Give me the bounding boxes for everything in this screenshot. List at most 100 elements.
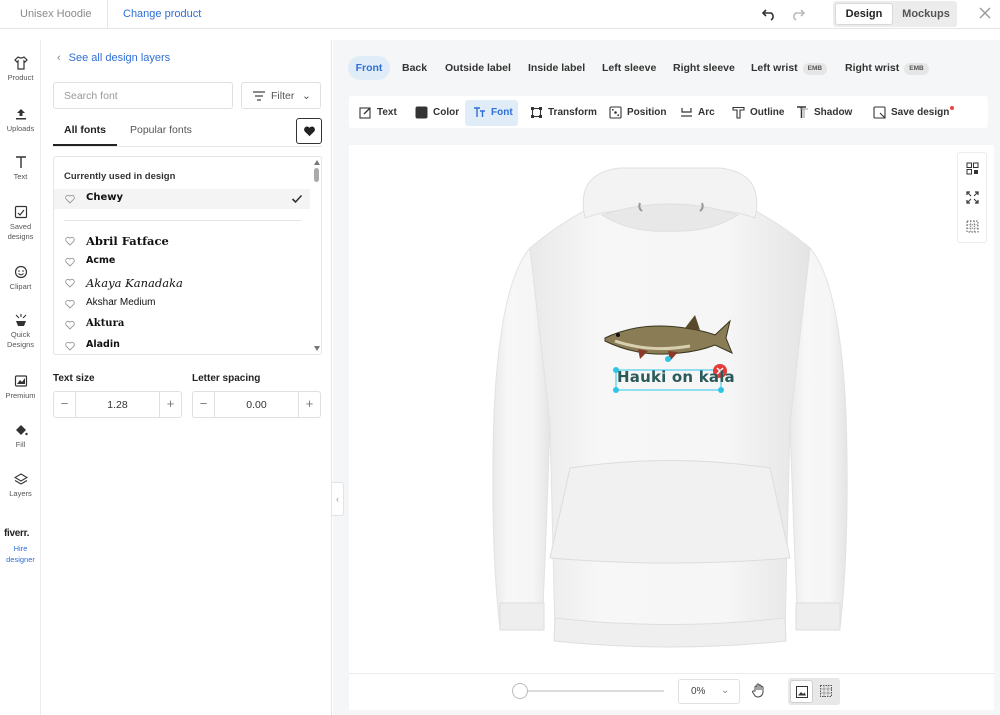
outline-icon	[732, 106, 745, 119]
font-item[interactable]: Aktura	[54, 315, 310, 335]
rail-item-layers[interactable]: Layers	[0, 472, 41, 499]
tab-all-fonts[interactable]: All fonts	[64, 124, 106, 136]
tab-label: Right wrist	[845, 62, 900, 74]
font-item[interactable]: Akshar Medium	[54, 294, 310, 314]
rail-label: Product	[7, 73, 34, 82]
image-view-button[interactable]	[790, 680, 813, 703]
collapse-panel-button[interactable]: ‹	[332, 482, 344, 516]
heart-outline-icon[interactable]	[65, 278, 75, 288]
text-tool-button[interactable]: Text	[359, 100, 403, 126]
hire-designer-link[interactable]: Hire designer	[0, 543, 41, 565]
font-tool-button[interactable]: Font	[465, 100, 518, 126]
zoom-slider-track[interactable]	[516, 690, 664, 692]
rail-item-clipart[interactable]: Clipart	[0, 265, 41, 292]
zoom-select[interactable]: 0% ⌄	[678, 679, 740, 704]
save-design-label: Save design	[891, 107, 950, 118]
grid-icon[interactable]	[966, 220, 979, 233]
letter-spacing-label: Letter spacing	[192, 373, 261, 384]
tab-popular-fonts[interactable]: Popular fonts	[130, 124, 192, 136]
scroll-up-icon[interactable]	[314, 160, 320, 165]
heart-outline-icon[interactable]	[65, 320, 75, 330]
chevron-down-icon: ⌄	[721, 685, 730, 696]
font-item[interactable]: Abril Fatface	[54, 231, 310, 251]
qr-code-icon[interactable]	[966, 162, 979, 175]
font-icon	[474, 107, 485, 117]
text-size-value[interactable]: 1.28	[76, 399, 159, 411]
resize-handle[interactable]	[718, 387, 724, 393]
transform-tool-button[interactable]: Transform	[530, 100, 597, 126]
expand-icon[interactable]	[966, 191, 979, 204]
heart-outline-icon[interactable]	[65, 299, 75, 309]
tab-back[interactable]: Back	[402, 56, 427, 80]
rail-label: Saved designs	[7, 222, 34, 241]
outline-tool-button[interactable]: Outline	[732, 100, 784, 126]
position-tool-button[interactable]: Position	[609, 100, 667, 126]
shirt-icon	[13, 56, 28, 70]
filter-button[interactable]: Filter ⌄	[241, 82, 321, 109]
font-item[interactable]: Acme	[54, 252, 310, 272]
filter-label: Filter	[271, 90, 295, 102]
grid-view-button[interactable]	[815, 680, 838, 703]
increase-button[interactable]: +	[159, 392, 181, 417]
close-icon[interactable]	[977, 5, 993, 21]
undo-icon[interactable]	[761, 7, 777, 21]
zoom-slider-handle[interactable]	[512, 683, 528, 699]
grid-icon	[820, 685, 832, 697]
search-font-input[interactable]: Search font	[53, 82, 233, 109]
rail-item-uploads[interactable]: Uploads	[0, 107, 41, 134]
font-item[interactable]: Akaya Kanadaka	[54, 273, 310, 293]
heart-outline-icon[interactable]	[65, 341, 75, 351]
decrease-button[interactable]: −	[54, 392, 76, 417]
product-name: Unisex Hoodie	[20, 8, 92, 20]
font-name: Akaya Kanadaka	[86, 276, 183, 290]
rotate-handle[interactable]	[665, 356, 671, 362]
hand-pan-icon[interactable]	[751, 682, 767, 698]
save-design-button[interactable]: Save design	[873, 100, 955, 126]
rail-item-text[interactable]: Text	[0, 155, 41, 182]
rail-item-premium[interactable]: Premium	[0, 374, 41, 401]
redo-icon[interactable]	[790, 7, 806, 21]
tab-right-wrist[interactable]: Right wrist EMB	[845, 56, 929, 80]
decrease-button[interactable]: −	[193, 392, 215, 417]
rail-item-fill[interactable]: Fill	[0, 423, 41, 450]
upload-icon	[15, 109, 26, 120]
heart-outline-icon[interactable]	[65, 236, 75, 246]
font-name: Acme	[86, 255, 116, 266]
tab-inside-label[interactable]: Inside label	[528, 56, 585, 80]
tab-left-sleeve[interactable]: Left sleeve	[602, 56, 656, 80]
emb-badge: EMB	[904, 63, 929, 75]
tab-left-wrist[interactable]: Left wrist EMB	[751, 56, 828, 80]
letter-spacing-value[interactable]: 0.00	[215, 399, 298, 411]
change-product-link[interactable]: Change product	[123, 8, 201, 20]
tab-right-sleeve[interactable]: Right sleeve	[673, 56, 735, 80]
favorites-button[interactable]	[296, 118, 322, 144]
heart-outline-icon[interactable]	[65, 257, 75, 267]
heart-outline-icon[interactable]	[65, 194, 75, 204]
arc-tool-button[interactable]: Arc	[680, 100, 715, 126]
rail-item-quick-designs[interactable]: Quick Designs	[0, 313, 41, 350]
tab-outside-label[interactable]: Outside label	[445, 56, 511, 80]
font-name: Aladin	[86, 339, 120, 350]
mockups-button[interactable]: Mockups	[897, 3, 955, 25]
scrollbar-thumb[interactable]	[314, 168, 319, 182]
paint-bucket-icon	[15, 425, 28, 436]
resize-handle[interactable]	[613, 387, 619, 393]
tab-front[interactable]: Front	[348, 56, 390, 80]
rail-item-saved-designs[interactable]: Saved designs	[0, 205, 41, 242]
rail-label: Text	[13, 172, 28, 181]
scroll-down-icon[interactable]	[314, 346, 320, 351]
design-text[interactable]: Hauki on kala	[617, 368, 735, 386]
tool-label: Position	[627, 107, 667, 118]
font-item-current[interactable]: Chewy	[54, 189, 310, 209]
design-button[interactable]: Design	[835, 3, 893, 25]
shadow-tool-button[interactable]: Shadow	[796, 100, 852, 126]
see-all-layers-link[interactable]: ‹ See all design layers	[57, 52, 170, 64]
font-item[interactable]: Aladin	[54, 336, 310, 354]
rail-item-product[interactable]: Product	[0, 56, 41, 83]
increase-button[interactable]: +	[298, 392, 320, 417]
color-tool-button[interactable]: Color	[415, 100, 463, 126]
rail-label: Clipart	[9, 282, 32, 291]
hoodie-mockup	[492, 167, 848, 648]
font-list-scrollbar[interactable]	[312, 157, 321, 354]
currently-used-heading: Currently used in design	[64, 171, 176, 182]
